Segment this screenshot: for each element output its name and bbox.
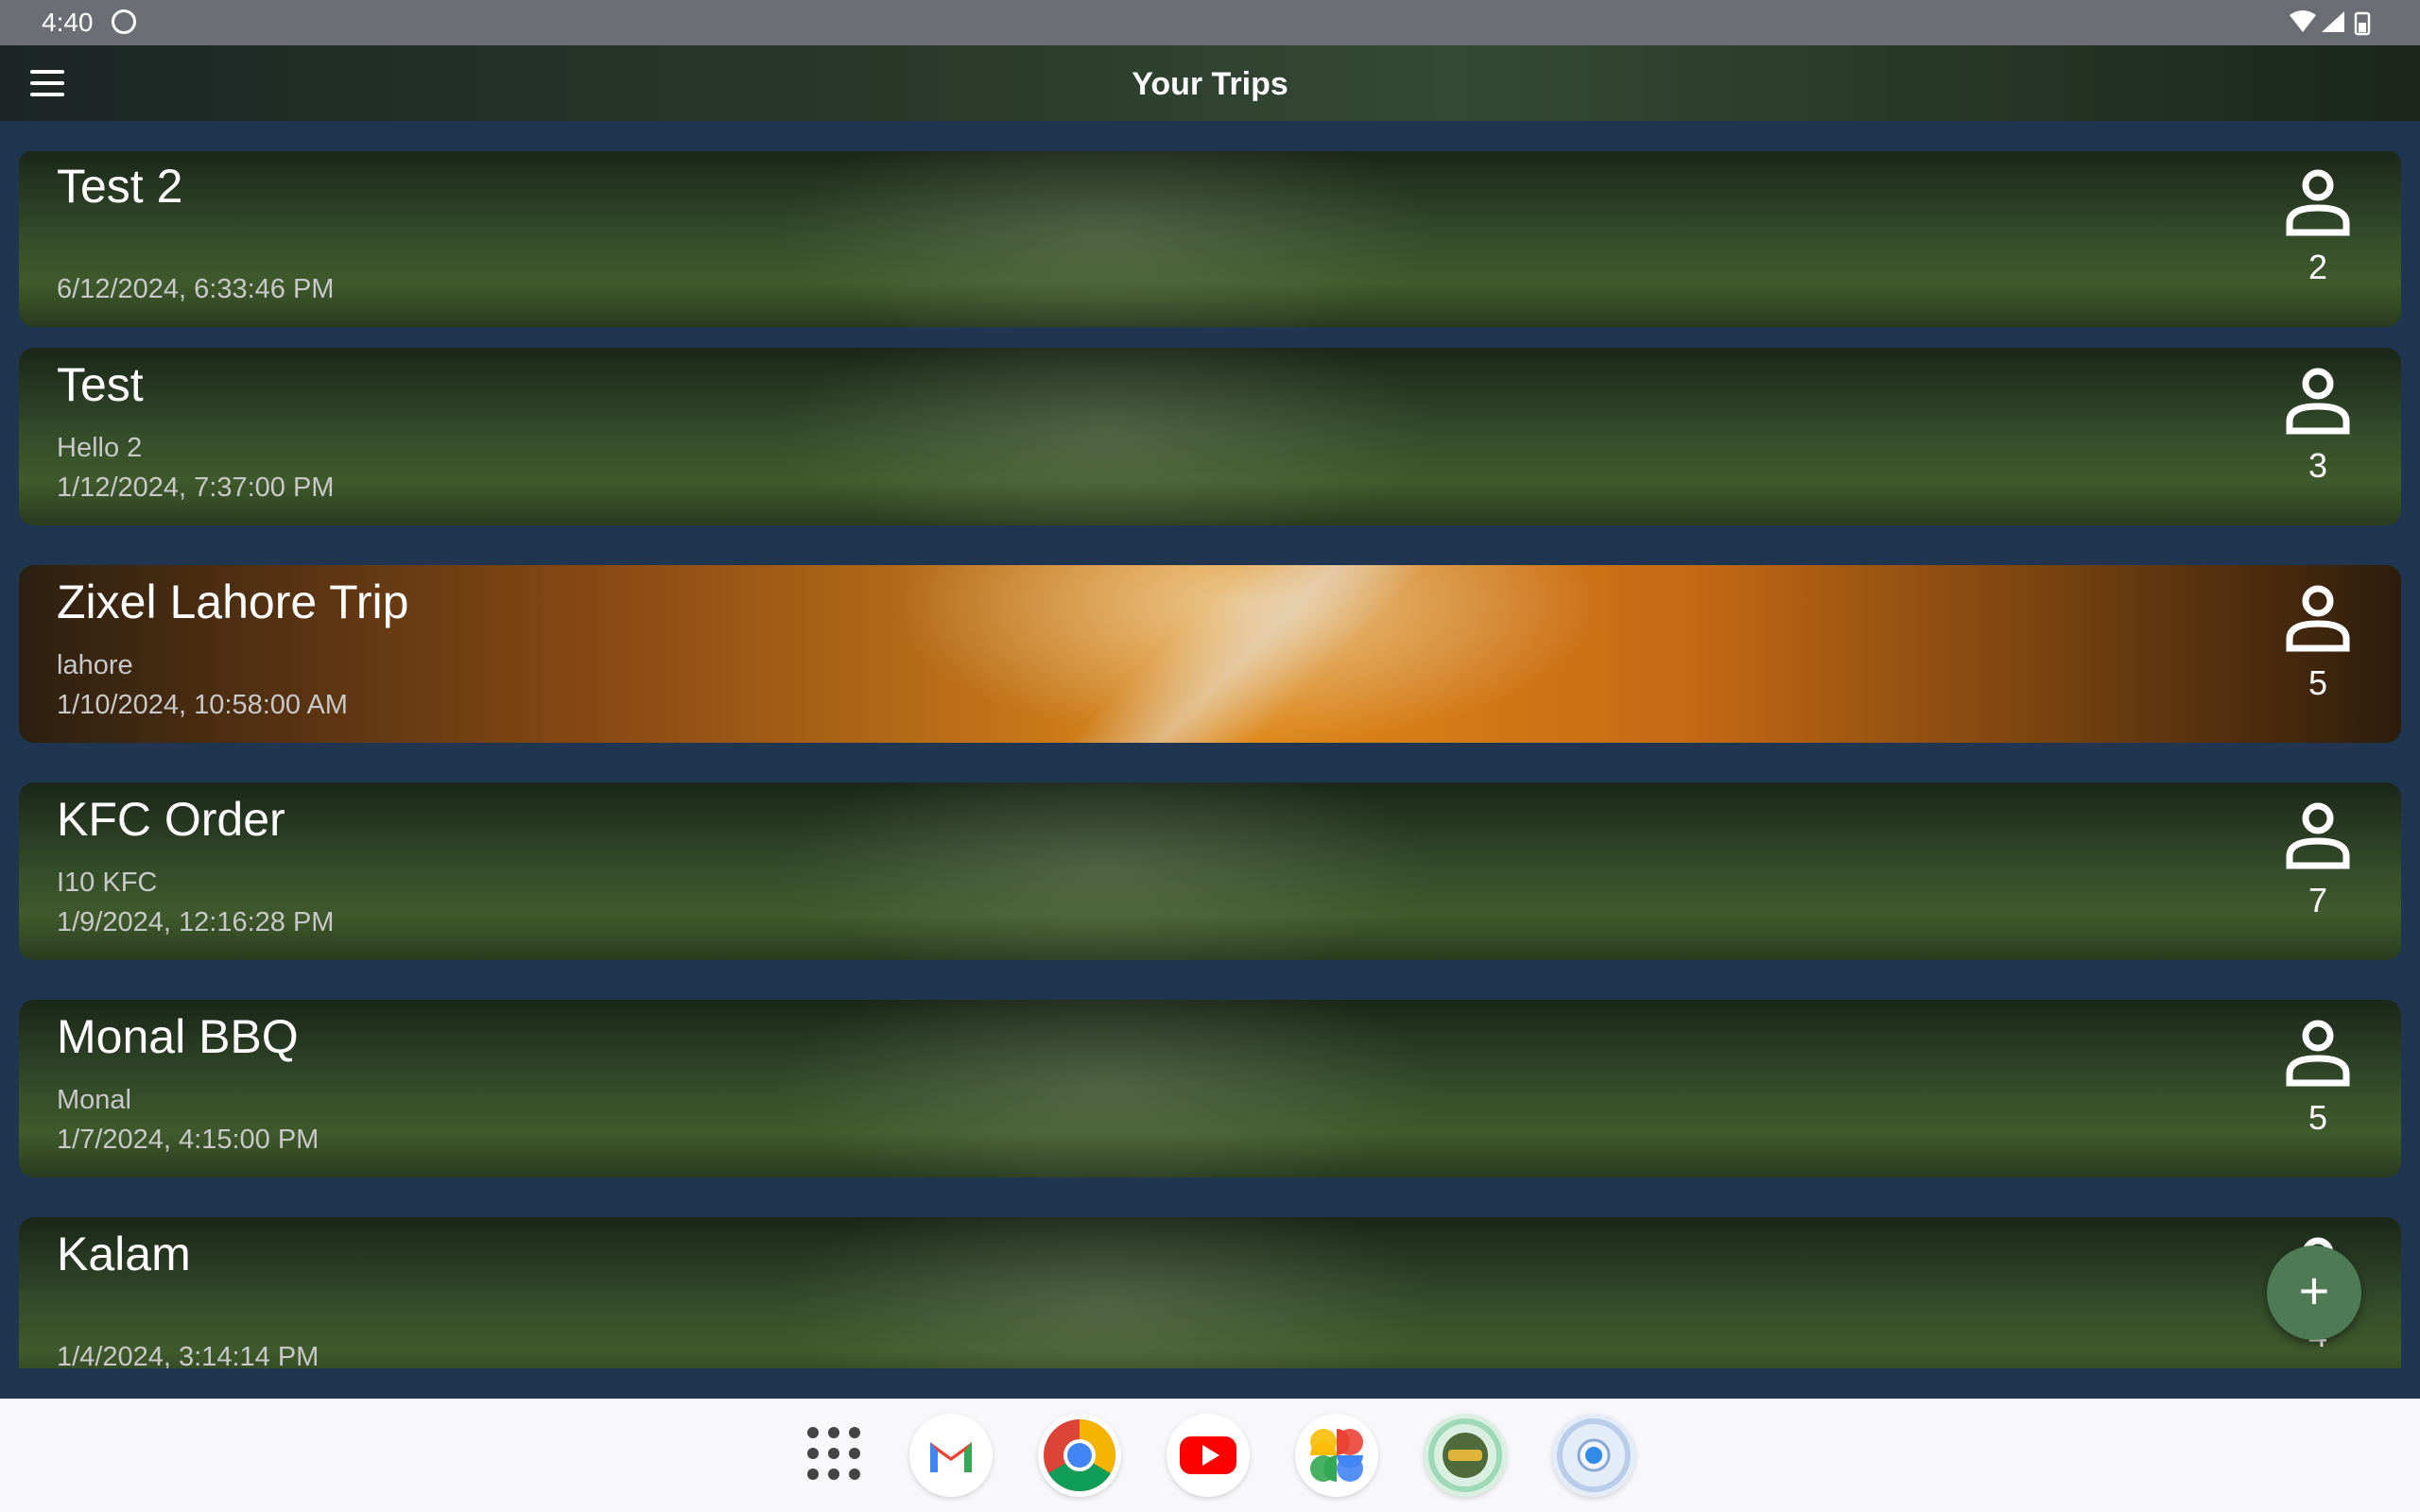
trip-card[interactable]: Zixel Lahore Trip lahore 1/10/2024, 10:5… bbox=[19, 565, 2401, 743]
camera-app-icon[interactable] bbox=[1552, 1414, 1635, 1497]
trip-name: Test bbox=[57, 358, 144, 411]
member-count: 2 bbox=[2308, 248, 2328, 286]
trip-name: Monal BBQ bbox=[57, 1010, 299, 1063]
app-bar: Your Trips bbox=[0, 45, 2420, 121]
trip-date: 1/4/2024, 3:14:14 PM bbox=[57, 1342, 320, 1368]
person-icon bbox=[2286, 1020, 2350, 1087]
trip-description: Hello 2 bbox=[57, 433, 143, 463]
person-icon bbox=[2286, 368, 2350, 435]
member-count: 3 bbox=[2308, 446, 2328, 485]
person-icon bbox=[2286, 585, 2350, 652]
person-icon bbox=[2286, 169, 2350, 236]
trip-name: Kalam bbox=[57, 1228, 191, 1280]
page-title: Your Trips bbox=[1132, 66, 1288, 102]
photos-icon[interactable] bbox=[1295, 1414, 1378, 1497]
trip-card[interactable]: Test 2 6/12/2024, 6:33:46 PM 2 bbox=[19, 151, 2401, 327]
trip-date: 6/12/2024, 6:33:46 PM bbox=[57, 274, 335, 304]
notification-app-icon bbox=[112, 9, 136, 34]
status-time: 4:40 bbox=[42, 8, 94, 37]
trip-card[interactable]: Monal BBQ Monal 1/7/2024, 4:15:00 PM 5 bbox=[19, 1000, 2401, 1177]
trip-description: I10 KFC bbox=[57, 868, 158, 898]
signal-icon bbox=[2322, 11, 2344, 32]
trip-card[interactable]: Kalam 1/4/2024, 3:14:14 PM 4 bbox=[19, 1217, 2401, 1368]
gmail-icon[interactable] bbox=[909, 1414, 993, 1497]
person-icon bbox=[2286, 802, 2350, 869]
trip-date: 1/7/2024, 4:15:00 PM bbox=[57, 1125, 320, 1155]
member-count: 7 bbox=[2308, 881, 2328, 919]
chrome-icon[interactable] bbox=[1038, 1414, 1121, 1497]
trip-description: Monal bbox=[57, 1085, 131, 1115]
status-bar: 4:40 bbox=[0, 0, 2420, 45]
trip-date: 1/10/2024, 10:58:00 AM bbox=[57, 690, 348, 720]
trip-card[interactable]: Test Hello 2 1/12/2024, 7:37:00 PM 3 bbox=[19, 348, 2401, 525]
app-drawer-icon[interactable] bbox=[807, 1427, 860, 1480]
member-count: 5 bbox=[2308, 1098, 2328, 1137]
trip-card[interactable]: KFC Order I10 KFC 1/9/2024, 12:16:28 PM … bbox=[19, 782, 2401, 960]
trip-name: Zixel Lahore Trip bbox=[57, 576, 409, 628]
trip-name: KFC Order bbox=[57, 793, 285, 846]
trip-date: 1/9/2024, 12:16:28 PM bbox=[57, 907, 335, 937]
trip-date: 1/12/2024, 7:37:00 PM bbox=[57, 472, 335, 503]
trip-app-icon[interactable] bbox=[1424, 1414, 1507, 1497]
wifi-icon bbox=[2290, 10, 2316, 32]
youtube-icon[interactable] bbox=[1167, 1414, 1250, 1497]
add-trip-button[interactable]: + bbox=[2267, 1246, 2361, 1340]
app-dock bbox=[0, 1399, 2420, 1512]
status-icons bbox=[2288, 8, 2382, 41]
trip-name: Test 2 bbox=[57, 160, 183, 213]
member-count: 5 bbox=[2308, 663, 2328, 702]
trip-list[interactable]: Test 2 6/12/2024, 6:33:46 PM 2 Test Hell… bbox=[19, 151, 2401, 1368]
trip-description: lahore bbox=[57, 650, 133, 680]
